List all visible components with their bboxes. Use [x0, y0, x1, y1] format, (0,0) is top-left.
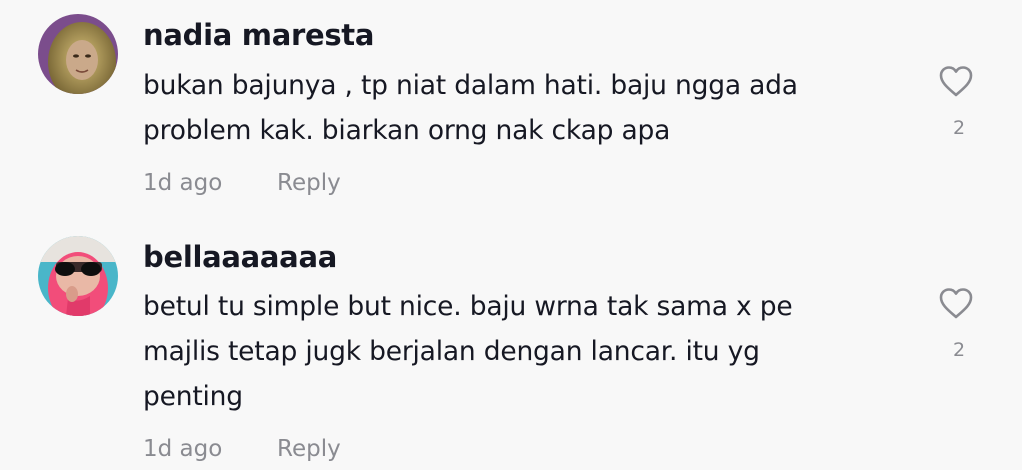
comment-text: bukan bajunya , tp niat dalam hati. baju… [143, 70, 798, 146]
like-count: 2 [952, 339, 966, 361]
comment-username[interactable]: bellaaaaaaa [143, 240, 337, 274]
avatar[interactable] [38, 14, 118, 94]
like-count: 2 [952, 117, 966, 139]
avatar[interactable] [38, 236, 118, 316]
comment-timestamp: 1d ago [143, 436, 223, 462]
reply-button[interactable]: Reply [277, 170, 341, 196]
heart-outline-icon [939, 66, 973, 97]
comment-meta: 1d ago Reply [143, 170, 341, 196]
comment-text: betul tu simple but nice. baju wrna tak … [143, 291, 793, 412]
comment-timestamp: 1d ago [143, 170, 223, 196]
heart-outline-icon [939, 288, 973, 319]
avatar-photo-icon [38, 236, 118, 316]
avatar-photo-icon [38, 14, 118, 94]
like-button[interactable] [936, 64, 976, 98]
comment-meta: 1d ago Reply [143, 436, 341, 462]
comment-username[interactable]: nadia maresta [143, 18, 374, 52]
like-button[interactable] [936, 286, 976, 320]
reply-button[interactable]: Reply [277, 436, 341, 462]
